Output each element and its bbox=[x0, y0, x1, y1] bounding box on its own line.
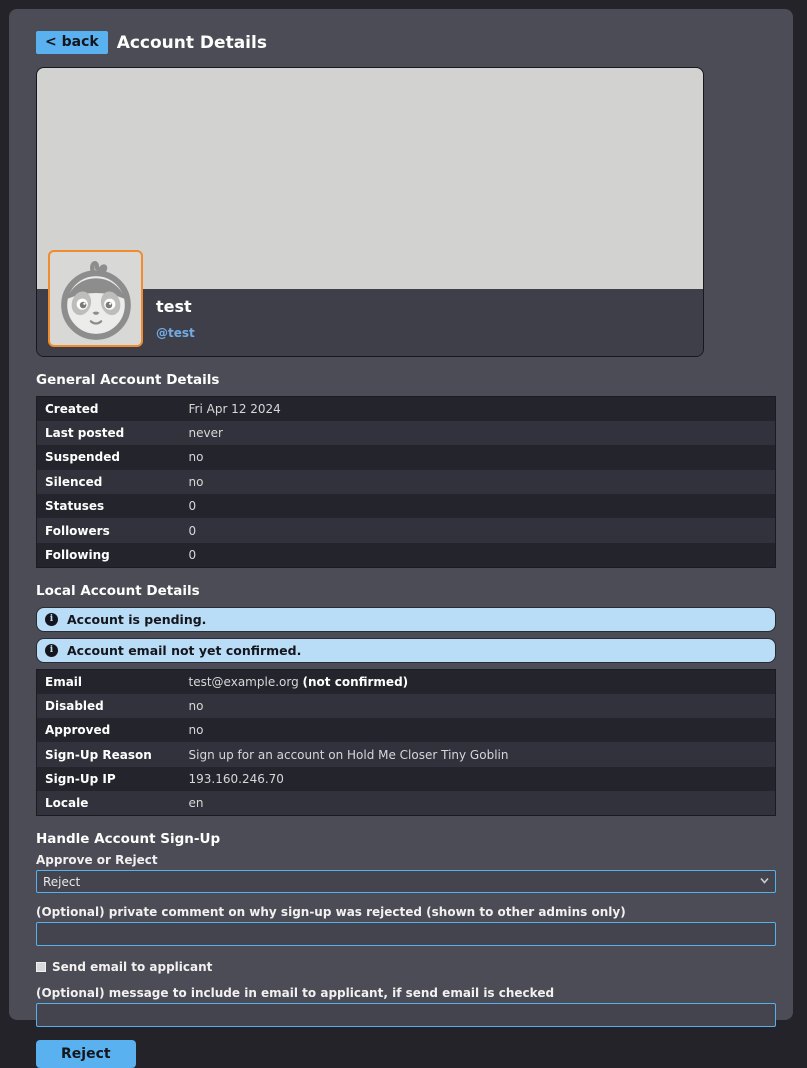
send-email-row: Send email to applicant bbox=[36, 960, 776, 974]
table-row: Statuses 0 bbox=[37, 494, 776, 518]
table-row: Followers 0 bbox=[37, 518, 776, 542]
sloth-avatar-icon bbox=[53, 256, 139, 342]
handle-signup-heading: Handle Account Sign-Up bbox=[36, 831, 776, 847]
row-value: never bbox=[187, 421, 776, 445]
row-label: Suspended bbox=[37, 445, 187, 469]
profile-names: test @test bbox=[156, 297, 195, 340]
general-details-heading: General Account Details bbox=[36, 372, 776, 388]
table-row: Approved no bbox=[37, 718, 776, 742]
email-note: (not confirmed) bbox=[303, 675, 409, 689]
row-label: Sign-Up IP bbox=[37, 767, 187, 791]
avatar bbox=[48, 250, 143, 347]
approve-reject-select[interactable]: Reject bbox=[36, 870, 776, 893]
table-row: Email test@example.org (not confirmed) bbox=[37, 669, 776, 693]
page-title: Account Details bbox=[117, 33, 267, 53]
account-details-panel: < back Account Details bbox=[9, 9, 793, 1020]
page-header: < back Account Details bbox=[36, 31, 776, 54]
row-value: 0 bbox=[187, 518, 776, 542]
row-label: Email bbox=[37, 669, 187, 693]
row-value: no bbox=[187, 718, 776, 742]
table-row: Silenced no bbox=[37, 470, 776, 494]
account-handle[interactable]: @test bbox=[156, 326, 195, 340]
row-label: Sign-Up Reason bbox=[37, 742, 187, 766]
row-value: no bbox=[187, 694, 776, 718]
row-value: 0 bbox=[187, 543, 776, 567]
row-label: Created bbox=[37, 397, 187, 421]
row-value: Fri Apr 12 2024 bbox=[187, 397, 776, 421]
local-details-table: Email test@example.org (not confirmed) D… bbox=[36, 669, 776, 816]
send-email-label: Send email to applicant bbox=[52, 960, 212, 974]
info-icon: i bbox=[45, 613, 58, 626]
info-icon: i bbox=[45, 644, 58, 657]
row-label: Silenced bbox=[37, 470, 187, 494]
email-message-label: (Optional) message to include in email t… bbox=[36, 986, 776, 1000]
private-comment-label: (Optional) private comment on why sign-u… bbox=[36, 905, 776, 919]
row-value: 193.160.246.70 bbox=[187, 767, 776, 791]
display-name: test bbox=[156, 297, 195, 316]
table-row: Suspended no bbox=[37, 445, 776, 469]
profile-card: test @test bbox=[36, 67, 704, 357]
row-value: 0 bbox=[187, 494, 776, 518]
notice-email-unconfirmed: i Account email not yet confirmed. bbox=[36, 638, 776, 663]
row-value: en bbox=[187, 791, 776, 815]
reject-submit-button[interactable]: Reject bbox=[36, 1040, 136, 1068]
notice-text: Account is pending. bbox=[67, 612, 206, 627]
row-label: Approved bbox=[37, 718, 187, 742]
table-row: Sign-Up Reason Sign up for an account on… bbox=[37, 742, 776, 766]
row-value: no bbox=[187, 445, 776, 469]
email-value: test@example.org bbox=[189, 675, 299, 689]
row-label: Locale bbox=[37, 791, 187, 815]
row-value: no bbox=[187, 470, 776, 494]
send-email-checkbox[interactable] bbox=[36, 962, 46, 972]
table-row: Sign-Up IP 193.160.246.70 bbox=[37, 767, 776, 791]
row-label: Followers bbox=[37, 518, 187, 542]
row-value: Sign up for an account on Hold Me Closer… bbox=[187, 742, 776, 766]
row-label: Following bbox=[37, 543, 187, 567]
table-row: Following 0 bbox=[37, 543, 776, 567]
table-row: Disabled no bbox=[37, 694, 776, 718]
notice-account-pending: i Account is pending. bbox=[36, 607, 776, 632]
approve-reject-select-wrap: Reject bbox=[36, 870, 776, 893]
row-label: Statuses bbox=[37, 494, 187, 518]
back-button[interactable]: < back bbox=[36, 31, 108, 54]
table-row: Locale en bbox=[37, 791, 776, 815]
row-label: Disabled bbox=[37, 694, 187, 718]
general-details-table: Created Fri Apr 12 2024 Last posted neve… bbox=[36, 396, 776, 568]
private-comment-input[interactable] bbox=[36, 922, 776, 946]
table-row: Created Fri Apr 12 2024 bbox=[37, 397, 776, 421]
local-details-heading: Local Account Details bbox=[36, 583, 776, 599]
row-label: Last posted bbox=[37, 421, 187, 445]
notice-text: Account email not yet confirmed. bbox=[67, 643, 301, 658]
table-row: Last posted never bbox=[37, 421, 776, 445]
email-message-input[interactable] bbox=[36, 1003, 776, 1027]
approve-reject-label: Approve or Reject bbox=[36, 853, 776, 867]
row-value: test@example.org (not confirmed) bbox=[187, 669, 776, 693]
